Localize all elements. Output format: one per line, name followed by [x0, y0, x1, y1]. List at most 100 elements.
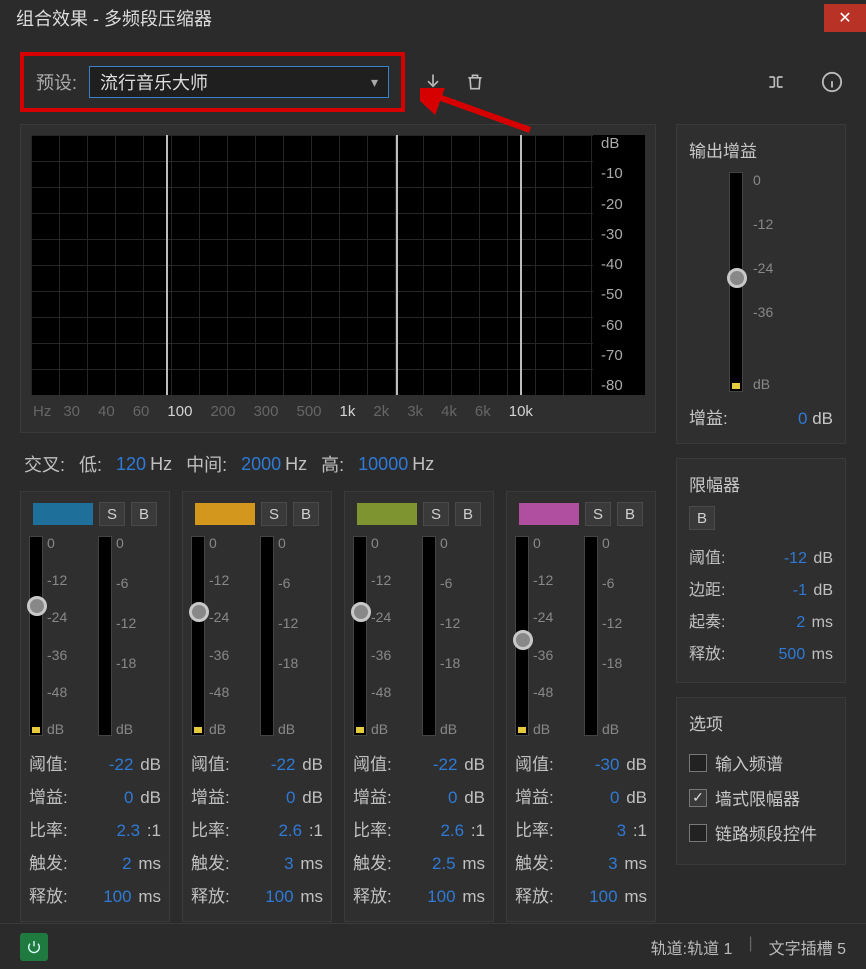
band-1: SB0-12-24-36-48dB0-6-12-18dB阈值:-22 dB增益:… — [20, 491, 170, 922]
db-scale: dB -10 -20 -30 -40 -50 -60 -70 -80 — [593, 135, 645, 395]
threshold-slider[interactable] — [515, 536, 529, 736]
band-gain[interactable]: 0 — [448, 788, 457, 807]
limiter-bypass-button[interactable]: B — [689, 506, 715, 530]
hz-tick: 100 — [167, 403, 192, 420]
band-gain[interactable]: 0 — [610, 788, 619, 807]
band-attack[interactable]: 3 — [284, 854, 293, 873]
save-preset-icon[interactable] — [419, 68, 447, 96]
footer-slot[interactable]: 5 — [837, 941, 846, 958]
band-color-swatch — [357, 503, 417, 525]
crossover-high-value[interactable]: 10000 — [358, 454, 408, 475]
crossover-handle-high[interactable] — [520, 135, 522, 395]
output-gain-value[interactable]: 0 — [798, 409, 807, 428]
band-bypass-button[interactable]: B — [293, 502, 319, 526]
output-gain-knob[interactable] — [727, 268, 747, 288]
band-attack[interactable]: 2 — [122, 854, 131, 873]
routing-icon[interactable] — [762, 68, 790, 96]
preset-value: 流行音乐大师 — [100, 69, 208, 95]
output-gain-slider[interactable] — [729, 172, 743, 392]
threshold-ticks: 0-12-24-36-48dB — [371, 536, 416, 736]
band-color-swatch — [519, 503, 579, 525]
hz-tick: 4k — [441, 403, 457, 420]
gain-reduction-ticks: 0-6-12-18dB — [116, 536, 161, 736]
spectrum-plot[interactable] — [31, 135, 593, 395]
band-solo-button[interactable]: S — [99, 502, 125, 526]
band-ratio[interactable]: 3 — [617, 821, 626, 840]
band-release[interactable]: 100 — [589, 887, 617, 906]
band-attack[interactable]: 3 — [608, 854, 617, 873]
band-solo-button[interactable]: S — [585, 502, 611, 526]
band-ratio[interactable]: 2.3 — [116, 821, 140, 840]
close-button[interactable]: ✕ — [824, 4, 866, 32]
clip-indicator-icon — [32, 727, 40, 733]
limiter-panel: 限幅器 B 阈值:-12 dB 边距:-1 dB 起奏:2 ms 释放:500 … — [676, 458, 846, 683]
band-gain[interactable]: 0 — [286, 788, 295, 807]
threshold-slider[interactable] — [191, 536, 205, 736]
hz-scale: Hz3040601002003005001k2k3k4k6k10k — [31, 395, 645, 424]
band-gain[interactable]: 0 — [124, 788, 133, 807]
checkbox-icon — [689, 824, 707, 842]
gain-reduction-ticks: 0-6-12-18dB — [440, 536, 485, 736]
band-solo-button[interactable]: S — [423, 502, 449, 526]
band-bypass-button[interactable]: B — [617, 502, 643, 526]
preset-highlight: 预设: 流行音乐大师 ▾ — [20, 52, 405, 112]
band-release[interactable]: 100 — [103, 887, 131, 906]
threshold-slider[interactable] — [353, 536, 367, 736]
footer-track[interactable]: 轨道 1 — [687, 941, 732, 958]
crossover-mid-value[interactable]: 2000 — [241, 454, 281, 475]
band-color-swatch — [195, 503, 255, 525]
spectrum-panel: dB -10 -20 -30 -40 -50 -60 -70 -80 Hz304… — [20, 124, 656, 433]
threshold-knob[interactable] — [189, 602, 209, 622]
limiter-release[interactable]: 500 — [779, 646, 806, 663]
hz-tick: 40 — [98, 403, 115, 420]
crossover-low-value[interactable]: 120 — [116, 454, 146, 475]
hz-tick: 10k — [509, 403, 533, 420]
band-bypass-button[interactable]: B — [455, 502, 481, 526]
option-brickwall-limiter[interactable]: ✓ 墙式限幅器 — [689, 780, 833, 815]
threshold-slider[interactable] — [29, 536, 43, 736]
band-ratio[interactable]: 2.6 — [278, 821, 302, 840]
output-gain-panel: 输出增益 0 -12 -24 -36 dB 增益: 0 dB — [676, 124, 846, 444]
band-color-swatch — [33, 503, 93, 525]
info-icon[interactable] — [818, 68, 846, 96]
option-link-band-controls[interactable]: 链路频段控件 — [689, 815, 833, 850]
band-solo-button[interactable]: S — [261, 502, 287, 526]
band-3: SB0-12-24-36-48dB0-6-12-18dB阈值:-22 dB增益:… — [344, 491, 494, 922]
preset-dropdown[interactable]: 流行音乐大师 ▾ — [89, 66, 389, 98]
checkbox-icon — [689, 754, 707, 772]
crossover-row: 交叉: 低: 120 Hz 中间: 2000 Hz 高: 10000 Hz — [20, 433, 656, 491]
power-toggle[interactable] — [20, 933, 48, 961]
threshold-knob[interactable] — [27, 596, 47, 616]
threshold-knob[interactable] — [351, 602, 371, 622]
clip-indicator-icon — [356, 727, 364, 733]
band-threshold[interactable]: -22 — [109, 755, 134, 774]
band-4: SB0-12-24-36-48dB0-6-12-18dB阈值:-30 dB增益:… — [506, 491, 656, 922]
option-input-spectrum[interactable]: 输入频谱 — [689, 745, 833, 780]
hz-tick: 1k — [340, 403, 356, 420]
checkbox-icon: ✓ — [689, 789, 707, 807]
threshold-ticks: 0-12-24-36-48dB — [533, 536, 578, 736]
crossover-handle-low[interactable] — [166, 135, 168, 395]
gain-reduction-meter — [260, 536, 274, 736]
limiter-threshold[interactable]: -12 — [784, 550, 807, 567]
limiter-margin[interactable]: -1 — [793, 582, 807, 599]
band-threshold[interactable]: -22 — [271, 755, 296, 774]
hz-tick: 60 — [133, 403, 150, 420]
band-attack[interactable]: 2.5 — [432, 854, 456, 873]
hz-tick: 300 — [253, 403, 278, 420]
limiter-attack[interactable]: 2 — [796, 614, 805, 631]
band-release[interactable]: 100 — [265, 887, 293, 906]
band-bypass-button[interactable]: B — [131, 502, 157, 526]
band-threshold[interactable]: -22 — [433, 755, 458, 774]
hz-tick: 3k — [407, 403, 423, 420]
band-ratio[interactable]: 2.6 — [440, 821, 464, 840]
window-title: 组合效果 - 多频段压缩器 — [16, 5, 212, 31]
footer-bar: 轨道:轨道 1 | 文字插槽 5 — [0, 923, 866, 969]
close-icon: ✕ — [838, 8, 851, 28]
band-release[interactable]: 100 — [427, 887, 455, 906]
gain-reduction-meter — [98, 536, 112, 736]
band-threshold[interactable]: -30 — [595, 755, 620, 774]
threshold-knob[interactable] — [513, 630, 533, 650]
delete-preset-icon[interactable] — [461, 68, 489, 96]
crossover-handle-mid[interactable] — [396, 135, 398, 395]
